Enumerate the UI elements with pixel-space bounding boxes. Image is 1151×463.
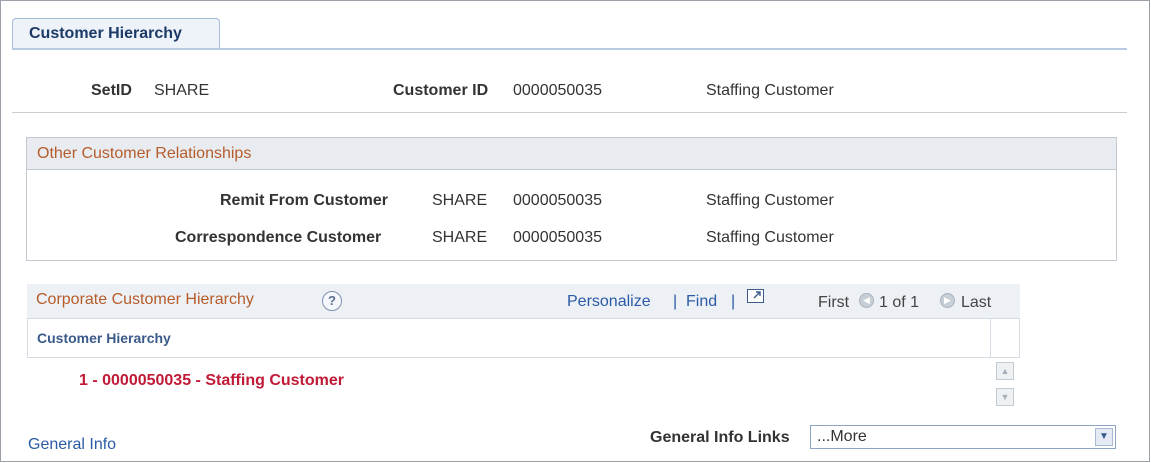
setid-label: SetID xyxy=(91,82,132,99)
scroll-down-icon[interactable]: ▼ xyxy=(996,388,1014,406)
view-all-popup-icon[interactable] xyxy=(747,289,764,303)
column-header-customer-hierarchy: Customer Hierarchy xyxy=(37,330,171,346)
general-info-links-label: General Info Links xyxy=(650,429,790,446)
chevron-down-icon[interactable]: ▼ xyxy=(1095,428,1113,446)
next-row-icon[interactable]: ▶ xyxy=(940,293,955,308)
grid-scrollbar[interactable]: ▲ ▼ xyxy=(996,362,1014,408)
hierarchy-row: 1 - 0000050035 - Staffing Customer xyxy=(79,372,344,389)
customer-id-value: 0000050035 xyxy=(513,82,602,99)
scroll-track[interactable] xyxy=(996,380,1014,388)
header-divider xyxy=(12,112,1127,113)
remit-from-id: 0000050035 xyxy=(513,192,602,209)
general-info-links-select[interactable]: ...More ▼ xyxy=(810,425,1116,449)
last-label: Last xyxy=(961,294,992,311)
personalize-link[interactable]: Personalize xyxy=(567,293,651,311)
remit-from-setid: SHARE xyxy=(432,192,488,209)
previous-row-icon[interactable]: ◀ xyxy=(859,293,874,308)
correspondence-id: 0000050035 xyxy=(513,229,602,246)
help-icon-glyph: ? xyxy=(328,293,336,308)
tab-label: Customer Hierarchy xyxy=(29,25,182,42)
tab-customer-hierarchy[interactable]: Customer Hierarchy xyxy=(12,18,220,49)
select-value: ...More xyxy=(817,428,867,445)
correspondence-setid: SHARE xyxy=(432,229,488,246)
scroll-up-icon[interactable]: ▲ xyxy=(996,362,1014,380)
toolbar-separator: | xyxy=(673,293,678,310)
setid-value: SHARE xyxy=(154,82,210,99)
find-link[interactable]: Find xyxy=(686,293,717,311)
first-label: First xyxy=(818,294,850,311)
grid-column-header xyxy=(27,318,991,358)
customer-name: Staffing Customer xyxy=(706,82,834,99)
remit-from-label: Remit From Customer xyxy=(220,192,389,209)
popup-arrow-icon xyxy=(753,291,761,299)
hierarchy-grid-title: Corporate Customer Hierarchy xyxy=(36,291,254,308)
customer-id-label: Customer ID xyxy=(393,82,489,99)
row-range: 1 of 1 xyxy=(879,294,920,311)
help-icon[interactable]: ? xyxy=(322,291,342,311)
correspondence-label: Correspondence Customer xyxy=(175,229,382,246)
toolbar-separator-2: | xyxy=(731,293,736,310)
other-relationships-title: Other Customer Relationships xyxy=(37,145,252,162)
remit-from-name: Staffing Customer xyxy=(706,192,834,209)
correspondence-name: Staffing Customer xyxy=(706,229,834,246)
grid-column-header-scroll-cell xyxy=(990,318,1020,358)
tab-underline xyxy=(12,48,1127,50)
general-info-link[interactable]: General Info xyxy=(28,436,116,454)
